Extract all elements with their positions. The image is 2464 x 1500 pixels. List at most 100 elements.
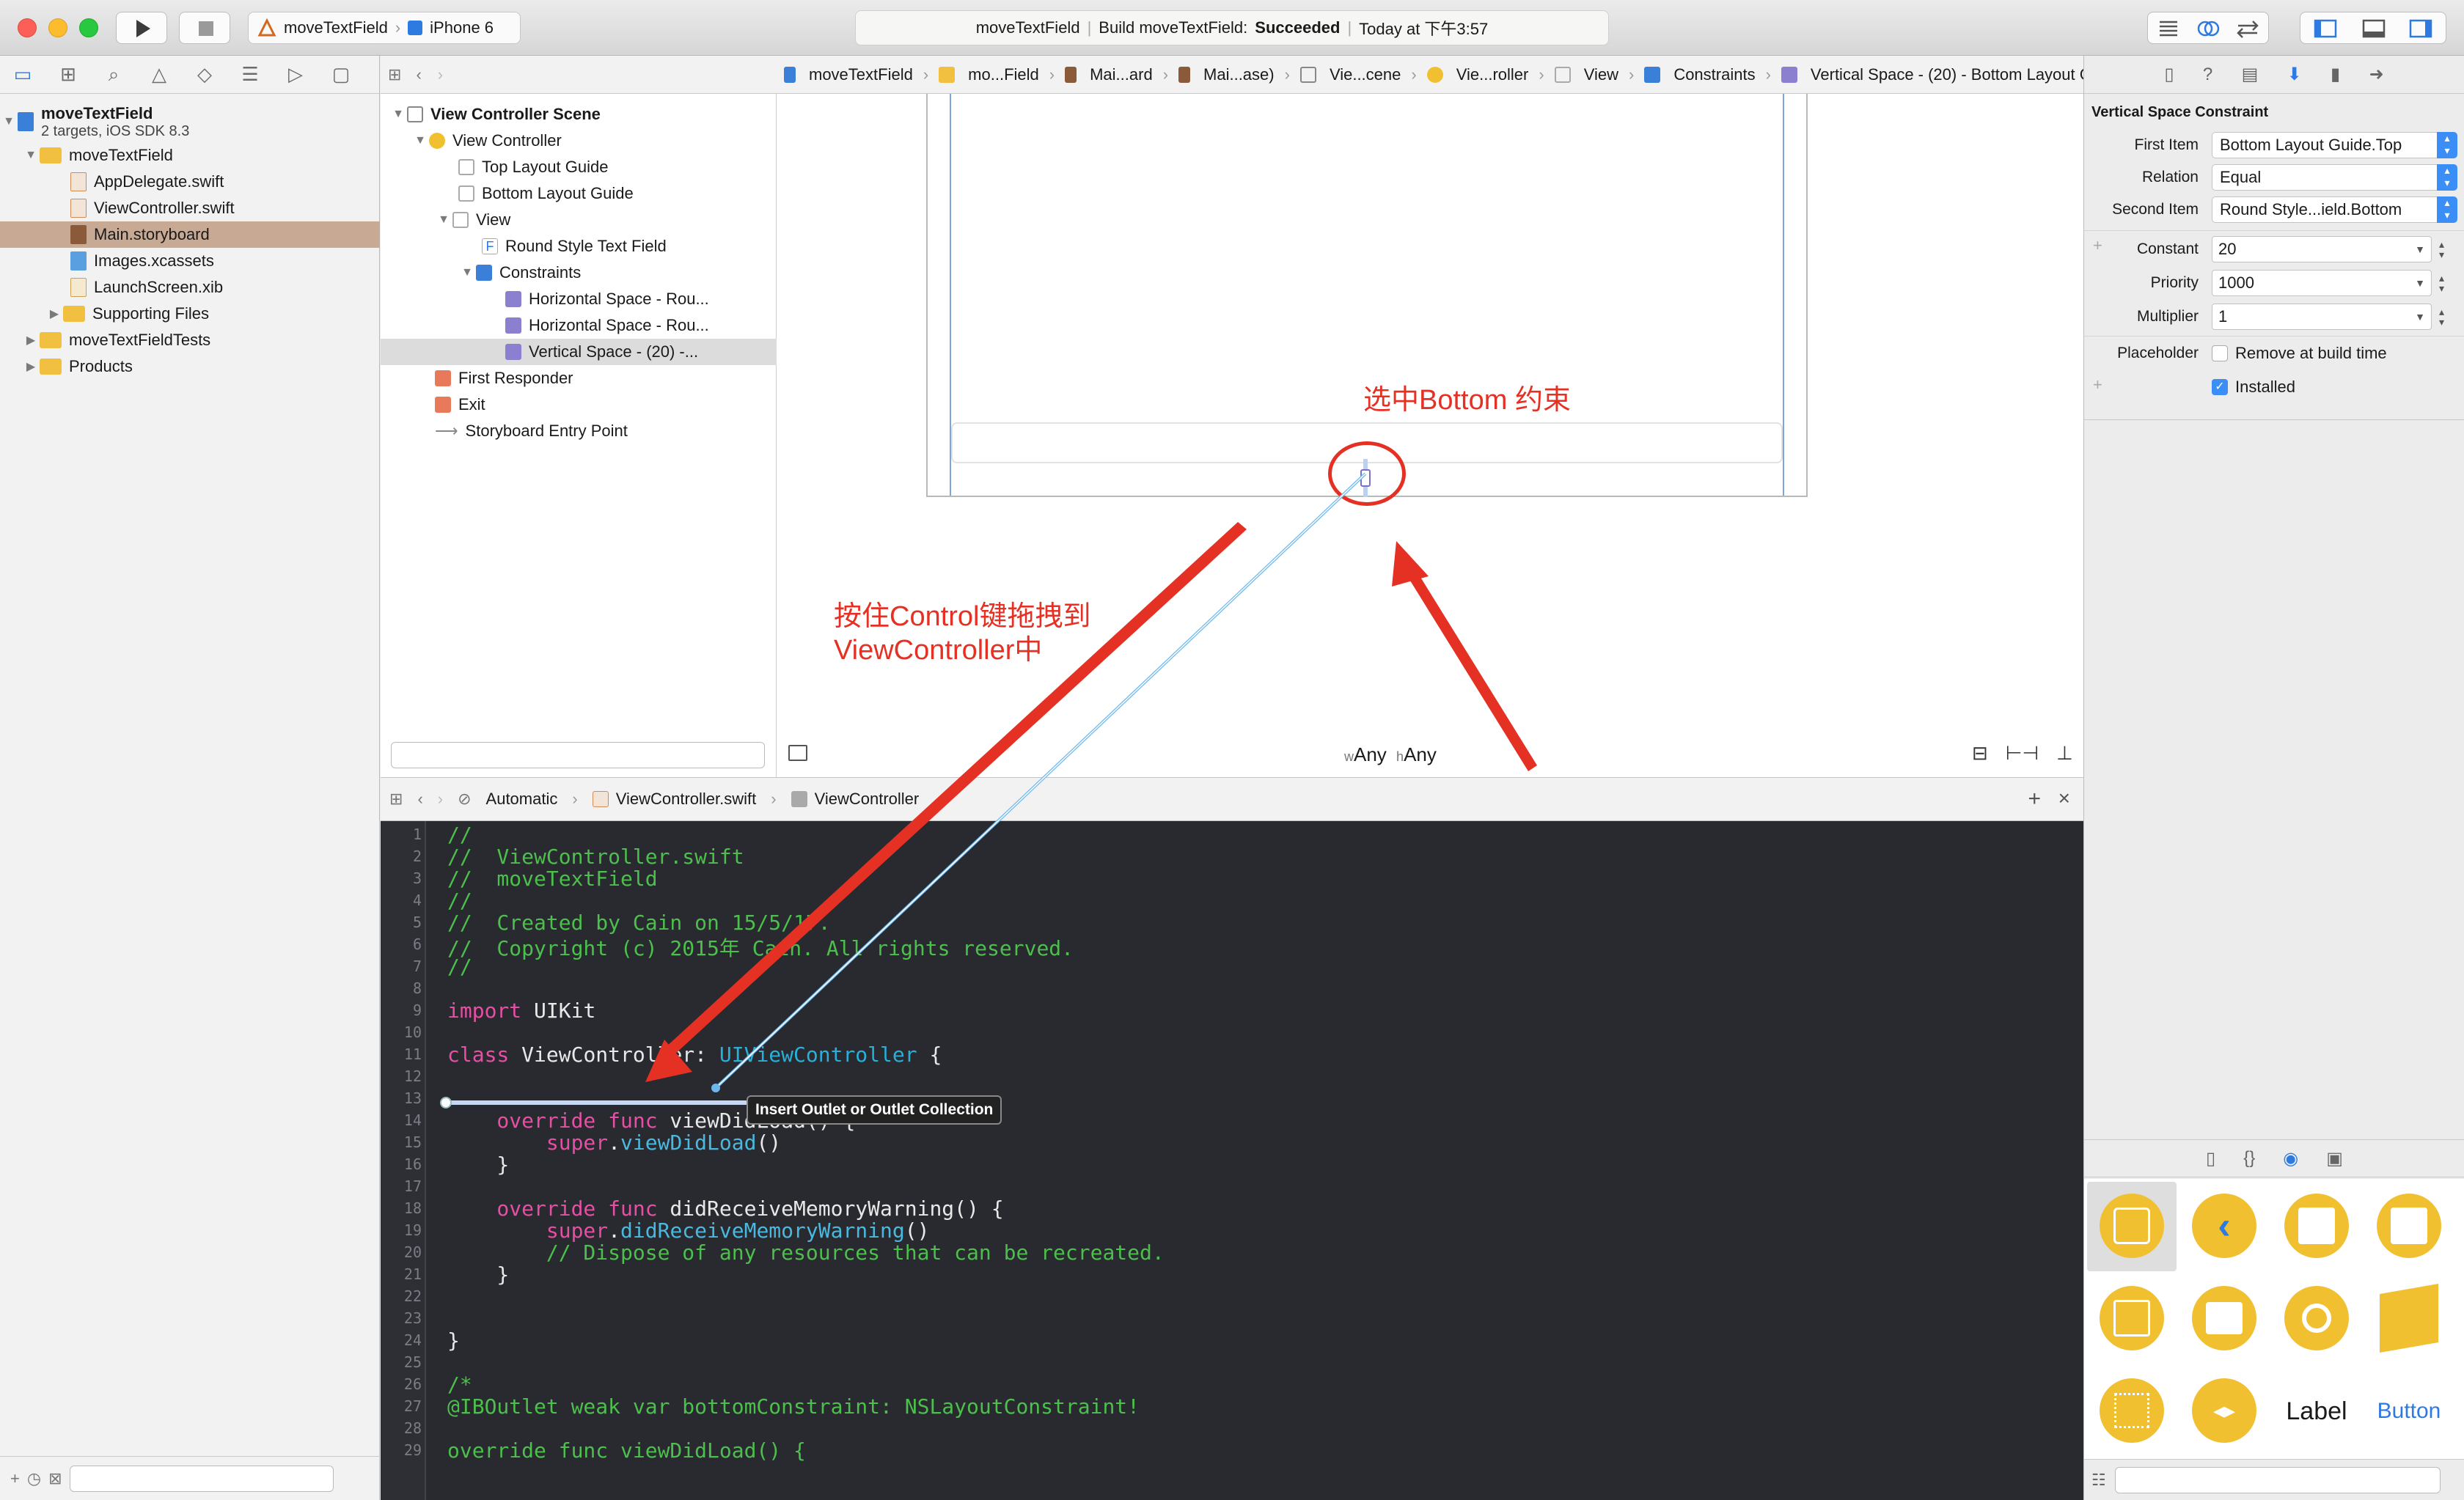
file-template-icon[interactable]: ▯ [2206,1148,2215,1169]
outline-constraint-vertical-selected[interactable]: Vertical Space - (20) -... [381,339,777,365]
version-editor-icon[interactable] [2228,12,2268,45]
outline-toggle-icon[interactable] [788,745,807,761]
attributes-inspector-icon[interactable]: ⬇ [2287,64,2302,85]
jump-storyboard[interactable]: Mai...ard [1065,65,1153,84]
project-root[interactable]: ▼ moveTextField 2 targets, iOS SDK 8.3 [0,98,189,145]
object-library-icon[interactable]: ◉ [2283,1148,2298,1169]
combo-chevron-icon[interactable]: ▼ [2415,243,2425,255]
code-line[interactable]: // moveTextField [447,867,658,891]
jump-view-controller[interactable]: Vie...roller [1426,65,1528,84]
navigator-filter-input[interactable] [69,1465,334,1492]
nav-item-images[interactable]: Images.xcassets [70,248,214,274]
code-line[interactable]: // Dispose of any resources that can be … [447,1240,1165,1265]
size-class-control[interactable]: wAny hAny [1344,743,1437,766]
outline-constraint-h2[interactable]: Horizontal Space - Rou... [505,312,709,339]
outline-view[interactable]: ▼ View [435,207,510,233]
library-page-view-controller[interactable] [2179,1274,2269,1364]
code-line[interactable]: super.didReceiveMemoryWarning() [447,1218,930,1243]
library-button[interactable]: Button [2364,1367,2454,1456]
add-icon[interactable]: + [10,1469,20,1488]
warning-icon[interactable]: △ [136,63,182,86]
nav-item-tests[interactable]: ▶ moveTextFieldTests [22,327,210,353]
zoom-window-button[interactable] [79,18,98,37]
nav-item-supporting-files[interactable]: ▶ Supporting Files [45,301,209,327]
relation-popup[interactable]: Equal ▴ ▾ [2212,164,2457,191]
folder-icon[interactable]: ▭ [0,63,45,86]
disclosure-triangle-icon[interactable]: ▶ [22,359,40,374]
code-line[interactable]: /* [447,1372,472,1397]
jump-project[interactable]: moveTextField [784,65,913,84]
library-tab-bar-controller[interactable] [2364,1182,2454,1271]
assistant-editor-icon[interactable] [2188,12,2229,45]
library-filter-input[interactable] [2114,1466,2441,1493]
stepper-icon[interactable]: ▴ ▾ [2439,273,2444,293]
nav-item-main-storyboard[interactable]: Main.storyboard [0,221,380,248]
disclosure-triangle-icon[interactable]: ▼ [458,266,476,279]
disclosure-triangle-icon[interactable]: ▼ [22,149,40,162]
disclosure-triangle-icon[interactable]: ▼ [411,134,429,147]
outline-view-controller[interactable]: ▼ View Controller [411,128,562,154]
minimize-window-button[interactable] [48,18,67,37]
library-table-view-controller[interactable] [2272,1182,2361,1271]
code-line[interactable]: // ViewController.swift [447,845,744,869]
forward-icon[interactable]: › [438,65,443,84]
pin-icon[interactable]: ⊢⊣ [2006,742,2039,765]
back-icon[interactable]: ‹ [416,65,421,84]
disclosure-triangle-icon[interactable]: ▶ [22,333,40,348]
outline-exit[interactable]: Exit [435,391,485,418]
identity-inspector-icon[interactable]: ▤ [2242,64,2259,85]
outline-first-responder[interactable]: First Responder [435,365,573,391]
jump-storyboard-base[interactable]: Mai...ase) [1178,65,1275,84]
jump-symbol[interactable]: ViewController [815,790,920,809]
debug-toggle-icon[interactable] [2349,12,2397,45]
scm-icon[interactable]: ⊠ [48,1469,62,1488]
disclosure-triangle-icon[interactable]: ▶ [45,306,63,321]
code-snippet-icon[interactable]: {} [2243,1148,2255,1169]
jump-scene[interactable]: Vie...cene [1299,65,1401,84]
forward-icon[interactable]: › [438,790,443,809]
code-line[interactable]: // Copyright (c) 2015年 Cain. All rights … [447,933,1074,962]
combo-chevron-icon[interactable]: ▼ [2415,311,2425,323]
search-icon[interactable]: ⌕ [91,63,136,87]
installed-checkbox[interactable]: ✓ [2212,379,2228,395]
nav-item-viewcontroller[interactable]: ViewController.swift [70,195,235,221]
stepper-icon[interactable]: ▴ ▾ [2439,306,2444,327]
code-line[interactable]: class ViewController: UIViewController { [447,1043,942,1067]
outline-text-field[interactable]: F Round Style Text Field [482,233,667,260]
navigator-toggle-icon[interactable] [2300,12,2349,45]
nav-item-launchscreen[interactable]: LaunchScreen.xib [70,274,223,301]
outline-constraint-h1[interactable]: Horizontal Space - Rou... [505,286,709,312]
library-view-controller[interactable] [2087,1182,2177,1271]
first-item-popup[interactable]: Bottom Layout Guide.Top ▴ ▾ [2212,132,2457,158]
outline-entry-point[interactable]: ⟶ Storyboard Entry Point [435,418,628,444]
code-line[interactable]: } [447,1262,509,1287]
library-label[interactable]: Label [2272,1367,2361,1456]
code-line[interactable]: super.viewDidLoad() [447,1130,781,1155]
outline-top-layout-guide[interactable]: Top Layout Guide [458,154,608,180]
code-line[interactable]: // [447,823,472,847]
library-navigation-controller[interactable]: ‹ [2179,1182,2269,1271]
jump-constraints[interactable]: Constraints [1644,65,1756,84]
library-split-view-controller[interactable] [2087,1274,2177,1364]
disclosure-triangle-icon[interactable]: ▼ [389,108,407,121]
nav-item-group[interactable]: ▼ moveTextField [22,142,173,169]
outline-bottom-layout-guide[interactable]: Bottom Layout Guide [458,180,634,207]
file-inspector-icon[interactable]: ▯ [2164,64,2174,85]
nav-item-products[interactable]: ▶ Products [22,353,133,380]
resolve-icon[interactable]: ⊥ [2056,742,2073,765]
library-collection-view-controller[interactable] [2087,1367,2177,1456]
back-icon[interactable]: ‹ [417,790,422,809]
code-line[interactable]: import UIKit [447,999,595,1023]
align-icon[interactable]: ⊟ [1972,742,1988,765]
code-line[interactable]: override func viewDidLoad() { [447,1438,806,1463]
second-item-popup[interactable]: Round Style...ield.Bottom ▴ ▾ [2212,196,2457,223]
combo-chevron-icon[interactable]: ▼ [2415,277,2425,289]
constant-field[interactable]: 20 ▼ [2212,236,2432,262]
related-items-icon[interactable]: ⊞ [388,65,401,84]
jump-file[interactable]: ViewController.swift [616,790,757,809]
close-editor-icon[interactable]: × [2058,787,2070,810]
jump-group[interactable]: mo...Field [939,65,1039,84]
add-editor-icon[interactable]: + [2028,787,2041,812]
jump-view[interactable]: View [1554,65,1618,84]
outline-constraints[interactable]: ▼ Constraints [458,260,581,286]
